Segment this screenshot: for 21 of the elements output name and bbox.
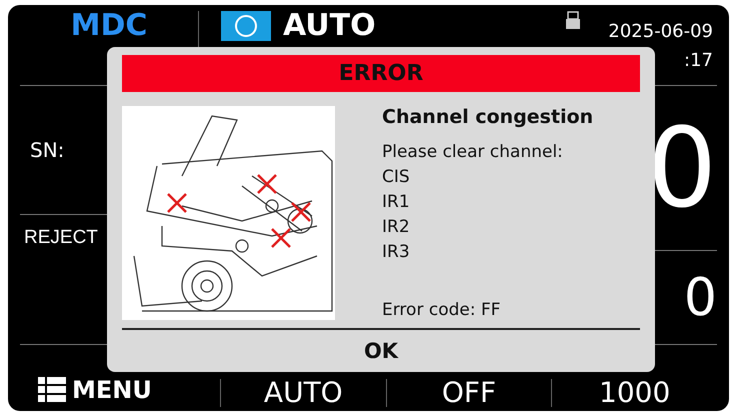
- mode-label: AUTO: [283, 11, 377, 41]
- list-icon: [38, 377, 66, 403]
- error-code: Error code: FF: [382, 300, 502, 320]
- brand-logo: MDC: [70, 11, 148, 41]
- dialog-title: ERROR: [122, 55, 640, 92]
- footer-setting[interactable]: 1000: [551, 379, 717, 407]
- error-heading: Channel congestion: [382, 106, 594, 128]
- error-message-line: IR2: [382, 216, 411, 239]
- error-message-line: Please clear channel:: [382, 140, 564, 164]
- error-message-line: IR1: [382, 190, 411, 214]
- error-message-line: CIS: [382, 166, 411, 189]
- reject-count: 0: [684, 268, 717, 328]
- footer-setting[interactable]: AUTO: [220, 379, 386, 407]
- sn-label: SN:: [30, 138, 64, 162]
- date-text: 2025-06-09: [608, 21, 713, 42]
- reject-label: REJECT: [24, 227, 98, 249]
- flag-icon: [221, 11, 271, 41]
- menu-button[interactable]: MENU: [20, 377, 220, 403]
- footer-setting[interactable]: OFF: [386, 379, 552, 407]
- time-text: :17: [684, 50, 713, 71]
- ok-button[interactable]: OK: [122, 330, 640, 372]
